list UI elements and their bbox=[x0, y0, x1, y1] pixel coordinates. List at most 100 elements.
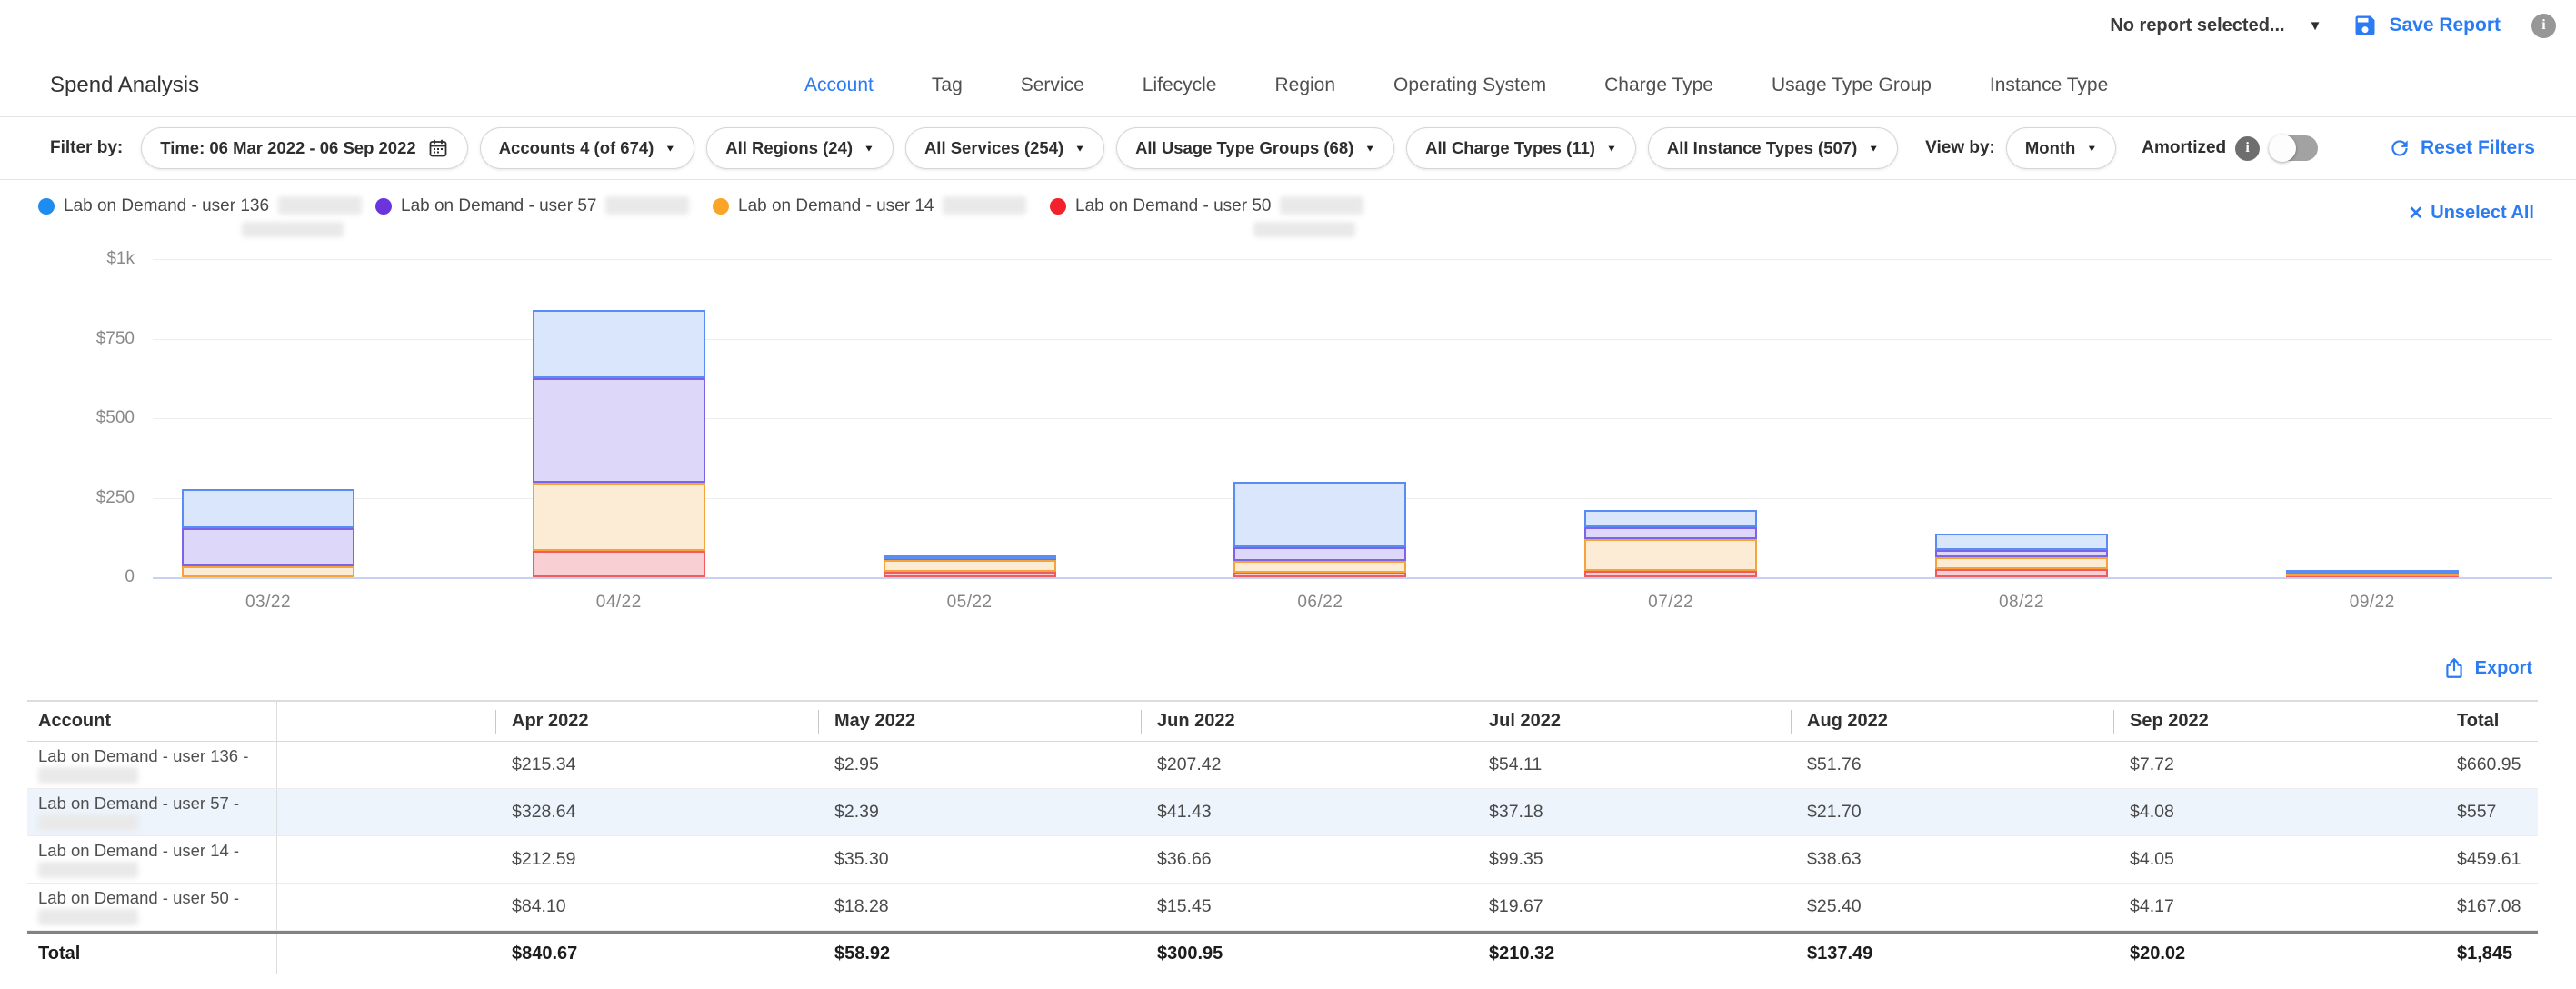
info-icon[interactable]: i bbox=[2531, 14, 2556, 38]
value-cell: $38.63 bbox=[1791, 836, 2113, 883]
bar-segment[interactable] bbox=[1935, 557, 2108, 570]
bar-segment[interactable] bbox=[1584, 571, 1757, 577]
toggle-knob bbox=[2269, 135, 2296, 162]
filter-bar: Filter by: Time: 06 Mar 2022 - 06 Sep 20… bbox=[0, 116, 2576, 180]
filter-pill-label: Time: 06 Mar 2022 - 06 Sep 2022 bbox=[160, 138, 415, 158]
filter-pill-label: All Instance Types (507) bbox=[1667, 138, 1857, 158]
reset-filters-label: Reset Filters bbox=[2421, 137, 2535, 159]
bar-segment[interactable] bbox=[182, 566, 354, 577]
filter-pill-all[interactable]: All Services (254)▼ bbox=[905, 127, 1104, 169]
value-cell: $99.35 bbox=[1473, 836, 1791, 883]
bar-segment[interactable] bbox=[1233, 482, 1406, 548]
bar-segment[interactable] bbox=[1233, 561, 1406, 573]
value-cell: $328.64 bbox=[495, 789, 818, 835]
bar-segment[interactable] bbox=[884, 560, 1056, 571]
tab-service[interactable]: Service bbox=[1021, 75, 1084, 96]
bar-segment[interactable] bbox=[182, 489, 354, 528]
redacted-text bbox=[278, 196, 362, 215]
tab-instance-type[interactable]: Instance Type bbox=[1990, 75, 2108, 96]
value-cell: $54.11 bbox=[1473, 742, 1791, 788]
filter-pill-accounts[interactable]: Accounts 4 (of 674)▼ bbox=[480, 127, 695, 169]
bar-segment[interactable] bbox=[2286, 570, 2459, 574]
filter-pill-time[interactable]: Time: 06 Mar 2022 - 06 Sep 2022 bbox=[141, 127, 467, 169]
view-by-label: View by: bbox=[1925, 138, 1995, 158]
bar-segment[interactable] bbox=[533, 551, 705, 577]
value-cell: $459.61 bbox=[2441, 836, 2538, 883]
legend-item[interactable]: Lab on Demand - user 136 bbox=[38, 195, 375, 237]
table-row: Lab on Demand - user 14 -$212.59$35.30$3… bbox=[27, 836, 2538, 884]
bar-segment[interactable] bbox=[182, 528, 354, 567]
filter-pill-label: All Usage Type Groups (68) bbox=[1135, 138, 1353, 158]
tab-charge-type[interactable]: Charge Type bbox=[1604, 75, 1713, 96]
tab-usage-type-group[interactable]: Usage Type Group bbox=[1772, 75, 1932, 96]
unselect-all-button[interactable]: ✕ Unselect All bbox=[2408, 202, 2534, 225]
x-axis-tick: 04/22 bbox=[546, 593, 692, 613]
y-axis-tick: $500 bbox=[33, 405, 135, 431]
redacted-text bbox=[242, 222, 344, 237]
bar-segment[interactable] bbox=[884, 555, 1056, 559]
bar-segment[interactable] bbox=[1233, 547, 1406, 561]
total-label-cell: Total bbox=[27, 934, 277, 974]
filter-pill-all[interactable]: All Regions (24)▼ bbox=[706, 127, 894, 169]
cell-spacer bbox=[277, 742, 495, 788]
amortized-label: Amortized bbox=[2142, 138, 2226, 158]
tab-account[interactable]: Account bbox=[804, 75, 874, 96]
info-icon[interactable]: i bbox=[2235, 136, 2260, 161]
bar-segment[interactable] bbox=[1233, 573, 1406, 577]
filter-pill-all[interactable]: All Usage Type Groups (68)▼ bbox=[1116, 127, 1394, 169]
value-cell: $167.08 bbox=[2441, 884, 2538, 930]
cell-spacer bbox=[277, 884, 495, 930]
tab-tag[interactable]: Tag bbox=[932, 75, 963, 96]
reset-filters-button[interactable]: Reset Filters bbox=[2388, 136, 2535, 160]
spend-chart: $1k$750$500$250003/2204/2205/2206/2207/2… bbox=[0, 245, 2576, 627]
bar-segment[interactable] bbox=[1584, 527, 1757, 539]
legend-item[interactable]: Lab on Demand - user 57 bbox=[375, 195, 713, 217]
legend-item[interactable]: Lab on Demand - user 50 bbox=[1050, 195, 1363, 237]
filter-pill-label: All Regions (24) bbox=[725, 138, 853, 158]
bar-segment[interactable] bbox=[533, 483, 705, 550]
legend-dot bbox=[1050, 198, 1066, 215]
export-icon bbox=[2442, 656, 2466, 680]
legend-item-body: Lab on Demand - user 50 bbox=[1075, 195, 1363, 237]
bar-segment[interactable] bbox=[1584, 539, 1757, 571]
tab-region[interactable]: Region bbox=[1274, 75, 1335, 96]
tab-lifecycle[interactable]: Lifecycle bbox=[1143, 75, 1217, 96]
column-header: Sep 2022 bbox=[2113, 702, 2441, 741]
value-cell: $207.42 bbox=[1141, 742, 1473, 788]
bar-segment[interactable] bbox=[533, 378, 705, 483]
x-icon: ✕ bbox=[2408, 202, 2423, 225]
cell-spacer bbox=[277, 934, 495, 974]
value-cell: $18.28 bbox=[818, 884, 1141, 930]
save-icon bbox=[2352, 13, 2378, 38]
refresh-icon bbox=[2388, 136, 2411, 160]
value-cell: $4.05 bbox=[2113, 836, 2441, 883]
value-cell: $660.95 bbox=[2441, 742, 2538, 788]
bar-segment[interactable] bbox=[1584, 510, 1757, 527]
bar-segment[interactable] bbox=[533, 310, 705, 378]
bar-segment[interactable] bbox=[1935, 550, 2108, 557]
value-cell: $25.40 bbox=[1791, 884, 2113, 930]
amortized-toggle[interactable] bbox=[2269, 135, 2318, 161]
save-report-button[interactable]: Save Report bbox=[2352, 13, 2501, 38]
total-value-cell: $300.95 bbox=[1141, 934, 1473, 974]
filter-pill-all[interactable]: All Instance Types (507)▼ bbox=[1648, 127, 1898, 169]
export-label: Export bbox=[2475, 658, 2532, 679]
total-value-cell: $58.92 bbox=[818, 934, 1141, 974]
table-row: Lab on Demand - user 57 -$328.64$2.39$41… bbox=[27, 789, 2538, 836]
export-button[interactable]: Export bbox=[2442, 656, 2532, 680]
column-header: May 2022 bbox=[818, 702, 1141, 741]
value-cell: $36.66 bbox=[1141, 836, 1473, 883]
tab-operating-system[interactable]: Operating System bbox=[1393, 75, 1546, 96]
view-by-value: Month bbox=[2025, 138, 2075, 158]
value-cell: $84.10 bbox=[495, 884, 818, 930]
report-selector[interactable]: No report selected... ▼ bbox=[2110, 15, 2321, 36]
y-axis-tick: $750 bbox=[33, 326, 135, 352]
value-cell: $15.45 bbox=[1141, 884, 1473, 930]
value-cell: $4.08 bbox=[2113, 789, 2441, 835]
bar-segment[interactable] bbox=[1935, 534, 2108, 550]
bar-segment[interactable] bbox=[1935, 569, 2108, 577]
view-by-dropdown[interactable]: Month ▼ bbox=[2006, 127, 2116, 169]
legend-item[interactable]: Lab on Demand - user 14 bbox=[713, 195, 1050, 217]
bar-segment[interactable] bbox=[884, 572, 1056, 577]
filter-pill-all[interactable]: All Charge Types (11)▼ bbox=[1406, 127, 1636, 169]
